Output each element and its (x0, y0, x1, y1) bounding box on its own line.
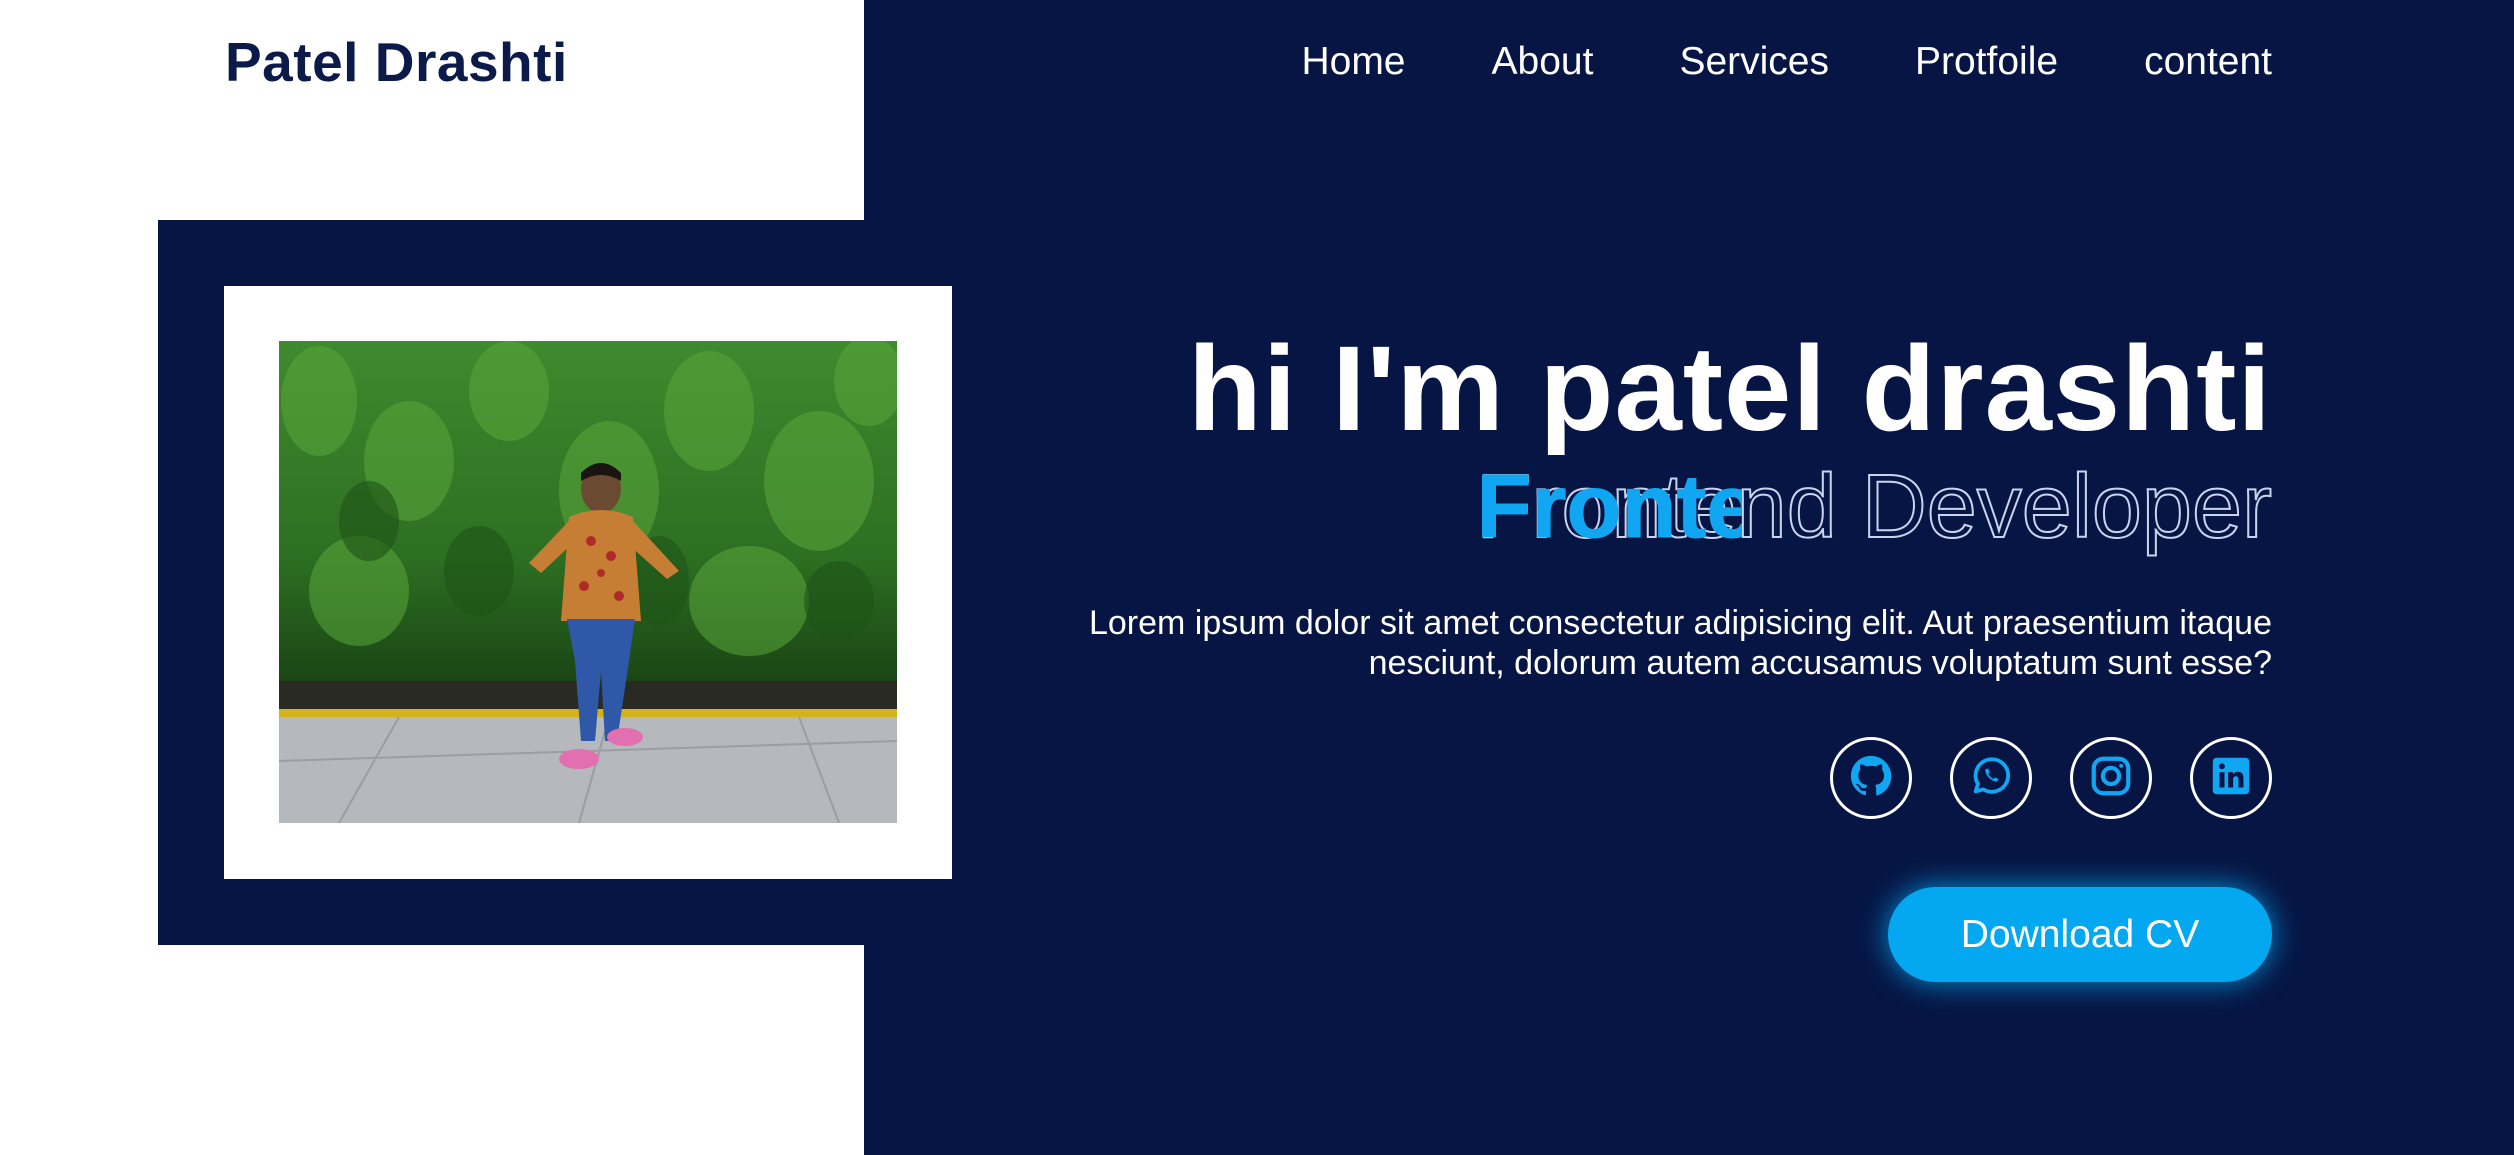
instagram-icon (2088, 753, 2134, 804)
linkedin-link[interactable] (2190, 737, 2272, 819)
nav-home[interactable]: Home (1301, 40, 1405, 84)
role-title: Frontend Developer Frontend Developer (1476, 457, 2273, 558)
nav-services[interactable]: Services (1679, 40, 1829, 84)
nav-content[interactable]: content (2144, 40, 2272, 84)
nav-portfolio[interactable]: Protfoile (1915, 40, 2058, 84)
linkedin-icon (2208, 753, 2254, 804)
download-cv-button[interactable]: Download CV (1888, 887, 2272, 982)
role-title-fill: Frontend Developer (1476, 458, 1742, 557)
whatsapp-icon (1968, 753, 2014, 804)
social-links (1830, 737, 2272, 819)
main-navigation: Home About Services Protfoile content (1301, 40, 2272, 84)
nav-about[interactable]: About (1492, 40, 1594, 84)
hero-background-panel (864, 0, 2514, 1155)
github-link[interactable] (1830, 737, 1912, 819)
hero-title: hi I'm patel drashti (1187, 320, 2272, 456)
profile-photo (279, 341, 897, 823)
github-icon (1848, 753, 1894, 804)
instagram-link[interactable] (2070, 737, 2152, 819)
site-logo[interactable]: Patel Drashti (225, 30, 568, 94)
whatsapp-link[interactable] (1950, 737, 2032, 819)
hero-description: Lorem ipsum dolor sit amet consectetur a… (1088, 604, 2272, 682)
